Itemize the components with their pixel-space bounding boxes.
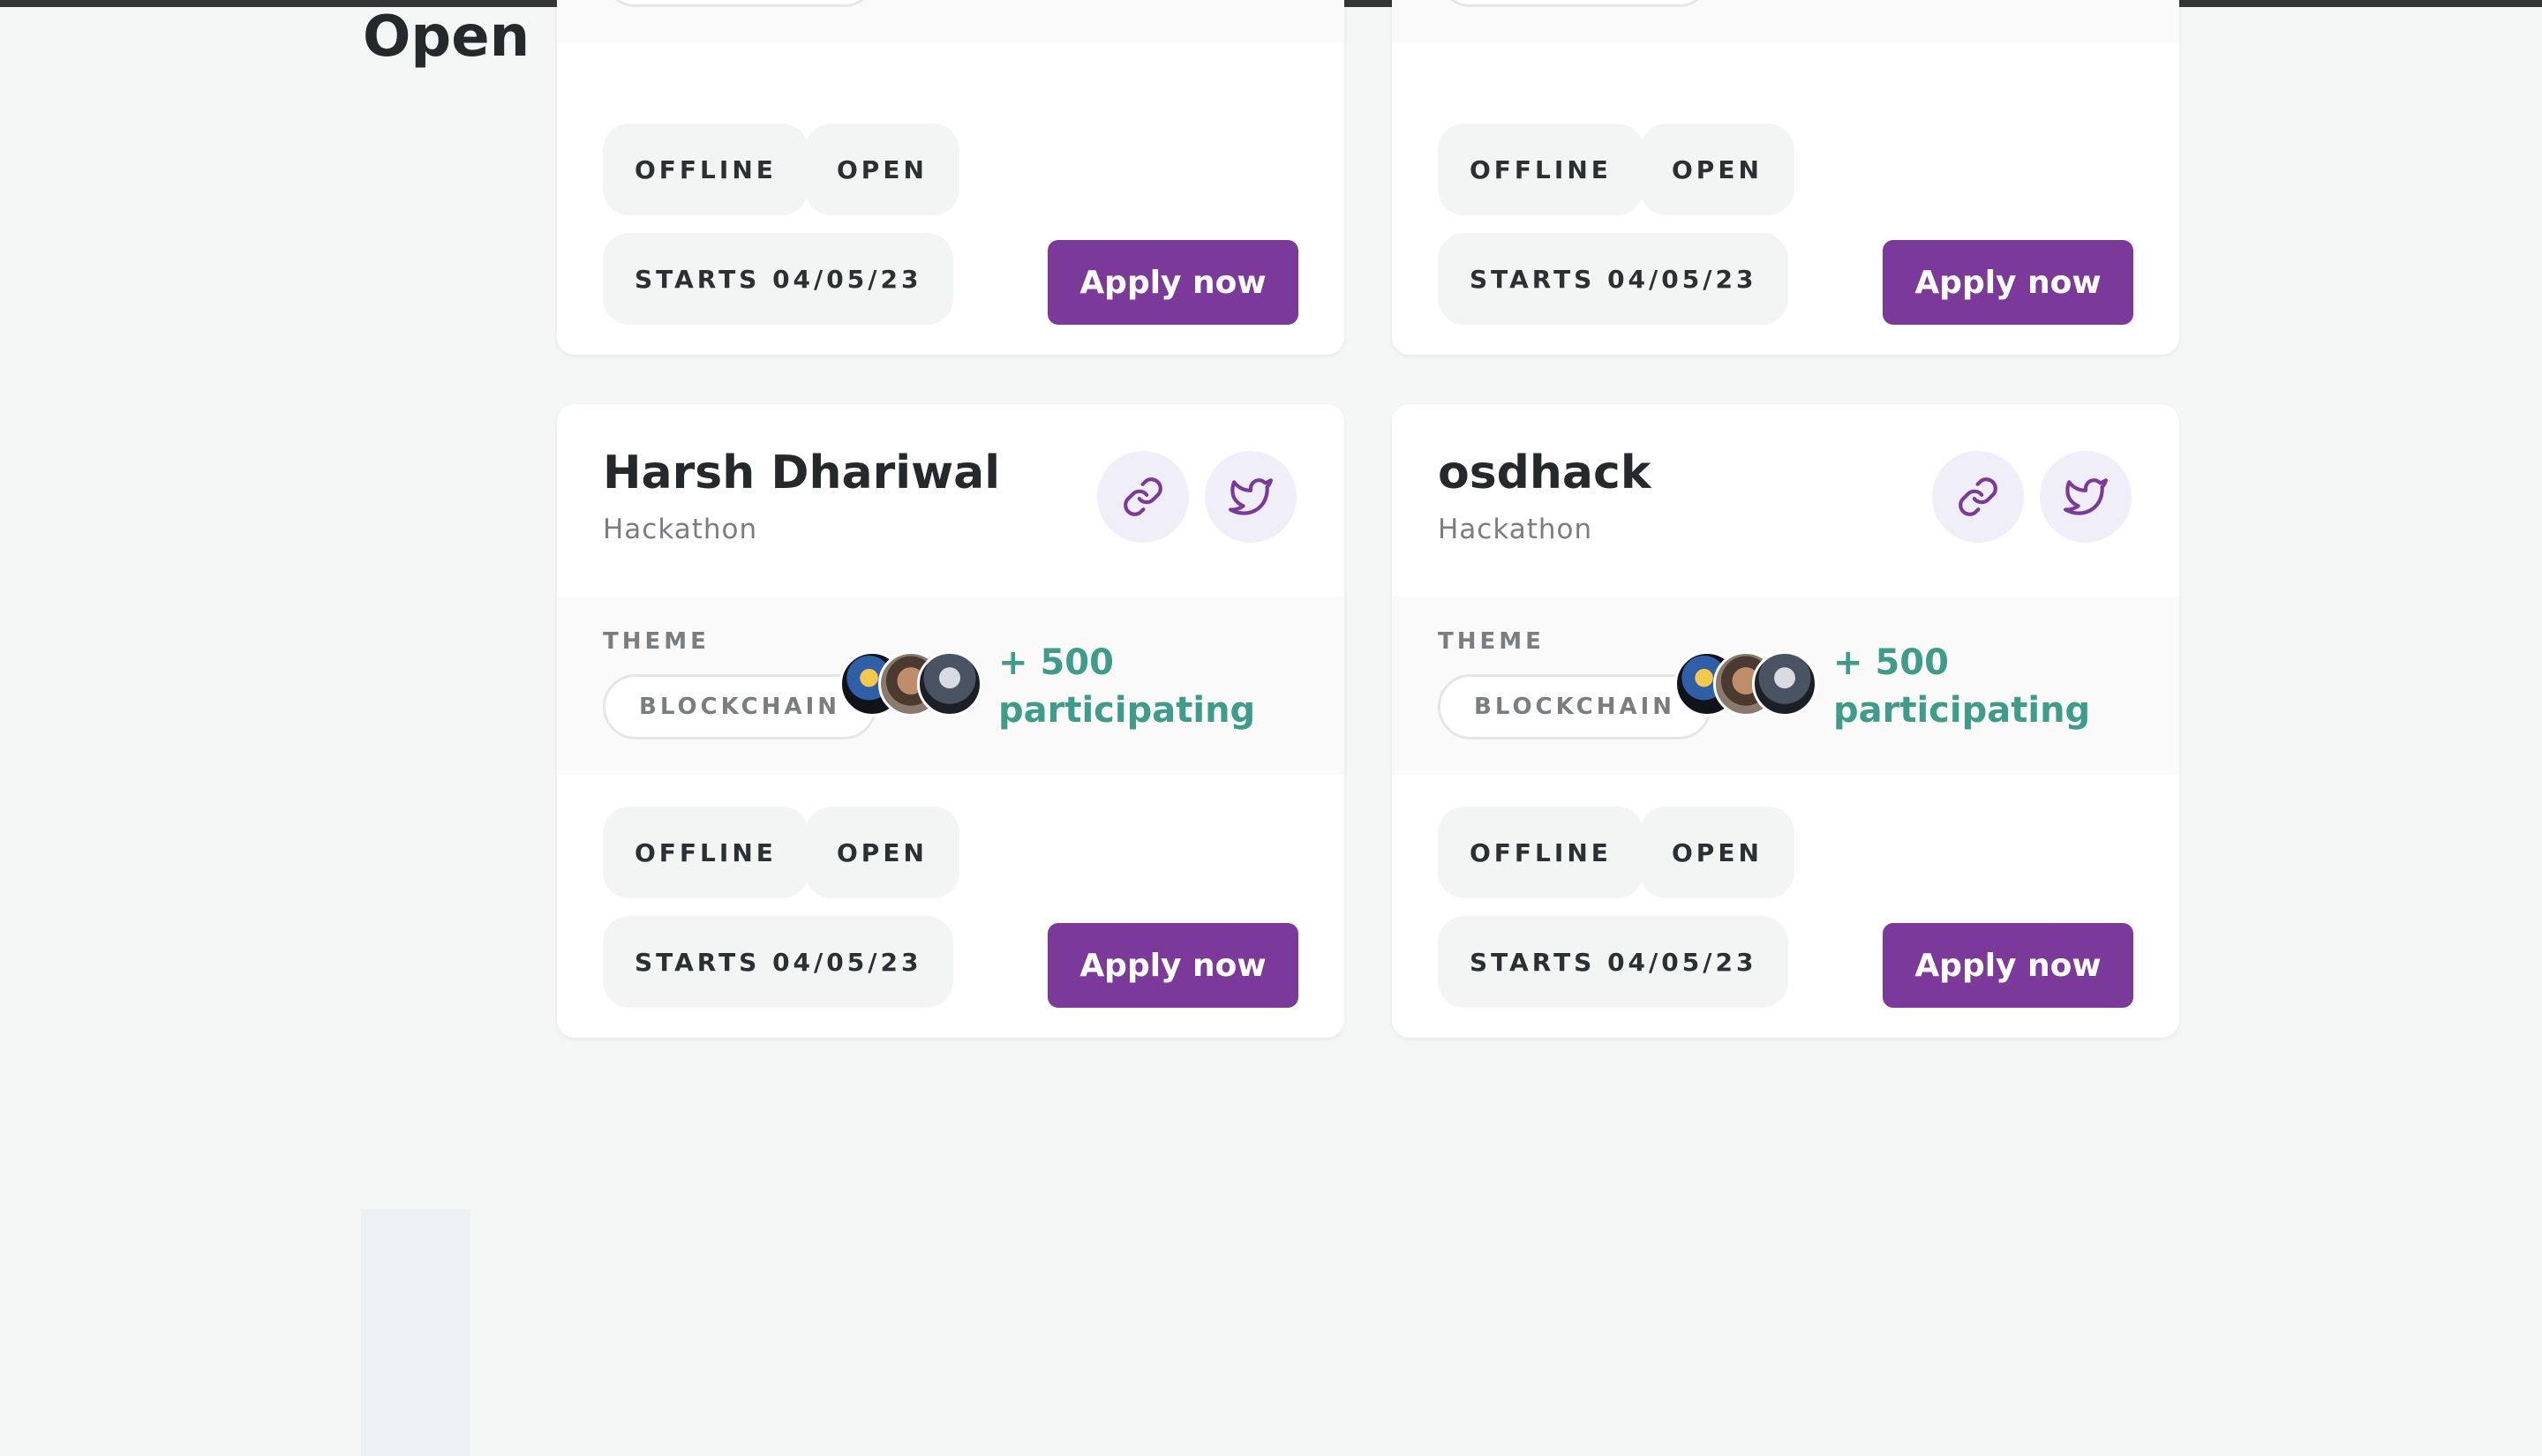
- avatar: [917, 651, 982, 717]
- mode-tag: OFFLINE: [603, 124, 808, 215]
- mode-tag: OFFLINE: [1438, 807, 1643, 898]
- apply-now-button[interactable]: Apply now: [1048, 240, 1298, 325]
- theme-label: THEME: [603, 628, 710, 655]
- theme-section: THEME BLOCKCHAIN + 500 participating: [1392, 597, 2179, 775]
- hackathon-card: osdhack Hackathon THEME BLOCKCHAIN + 500…: [1392, 404, 2179, 1038]
- start-date-tag: STARTS 04/05/23: [1438, 916, 1789, 1008]
- participants-count: + 500 participating: [998, 639, 1298, 734]
- theme-chip[interactable]: BLOCKCHAIN: [603, 674, 877, 739]
- link-button[interactable]: [1932, 451, 2024, 543]
- apply-now-button[interactable]: Apply now: [1883, 240, 2133, 325]
- mode-tag: OFFLINE: [1438, 124, 1643, 215]
- hackathon-card: Harsh Dhariwal Hackathon THEME BLOCKCHAI…: [557, 404, 1344, 1038]
- link-icon: [1124, 477, 1162, 516]
- card-type: Hackathon: [1438, 514, 1593, 545]
- twitter-icon: [2064, 478, 2108, 515]
- link-button[interactable]: [1097, 451, 1189, 543]
- apply-now-button[interactable]: Apply now: [1883, 923, 2133, 1008]
- theme-chip[interactable]: BLOCKCHAIN: [1438, 674, 1712, 739]
- participants-count: + 500 participating: [1833, 639, 2133, 734]
- twitter-button[interactable]: [2040, 451, 2132, 543]
- theme-chip[interactable]: BLOCKCHAIN: [603, 0, 877, 7]
- start-date-tag: STARTS 04/05/23: [603, 233, 954, 325]
- apply-now-button[interactable]: Apply now: [1048, 923, 1298, 1008]
- theme-chip[interactable]: BLOCKCHAIN: [1438, 0, 1712, 7]
- participants-number: + 500: [998, 642, 1114, 683]
- participants-label: participating: [998, 690, 1256, 731]
- link-icon: [1959, 477, 1997, 516]
- start-date-tag: STARTS 04/05/23: [1438, 233, 1789, 325]
- hackathon-card: BLOCKCHAIN participating OFFLINE OPEN ST…: [557, 0, 1344, 355]
- status-tag: OPEN: [1640, 124, 1794, 215]
- avatar: [1752, 651, 1817, 717]
- theme-label: THEME: [1438, 628, 1545, 655]
- theme-section: BLOCKCHAIN participating: [557, 0, 1344, 42]
- theme-section: THEME BLOCKCHAIN + 500 participating: [557, 597, 1344, 775]
- status-tag: OPEN: [805, 807, 959, 898]
- card-title: Harsh Dhariwal: [603, 447, 1001, 499]
- status-tag: OPEN: [1640, 807, 1794, 898]
- participants-label: participating: [1833, 690, 2091, 731]
- card-type: Hackathon: [603, 514, 758, 545]
- twitter-button[interactable]: [1205, 451, 1297, 543]
- card-title: osdhack: [1438, 447, 1651, 499]
- twitter-icon: [1229, 478, 1273, 515]
- participant-avatars: [839, 651, 989, 717]
- participant-avatars: [1674, 651, 1824, 717]
- participants-number: + 500: [1833, 642, 1949, 683]
- card-header: osdhack Hackathon: [1392, 404, 2179, 597]
- status-tag: OPEN: [805, 124, 959, 215]
- hackathon-card: BLOCKCHAIN participating OFFLINE OPEN ST…: [1392, 0, 2179, 355]
- section-title: Open: [363, 4, 530, 70]
- skeleton-placeholder: [361, 1209, 470, 1456]
- start-date-tag: STARTS 04/05/23: [603, 916, 954, 1008]
- theme-section: BLOCKCHAIN participating: [1392, 0, 2179, 42]
- mode-tag: OFFLINE: [603, 807, 808, 898]
- card-header: Harsh Dhariwal Hackathon: [557, 404, 1344, 597]
